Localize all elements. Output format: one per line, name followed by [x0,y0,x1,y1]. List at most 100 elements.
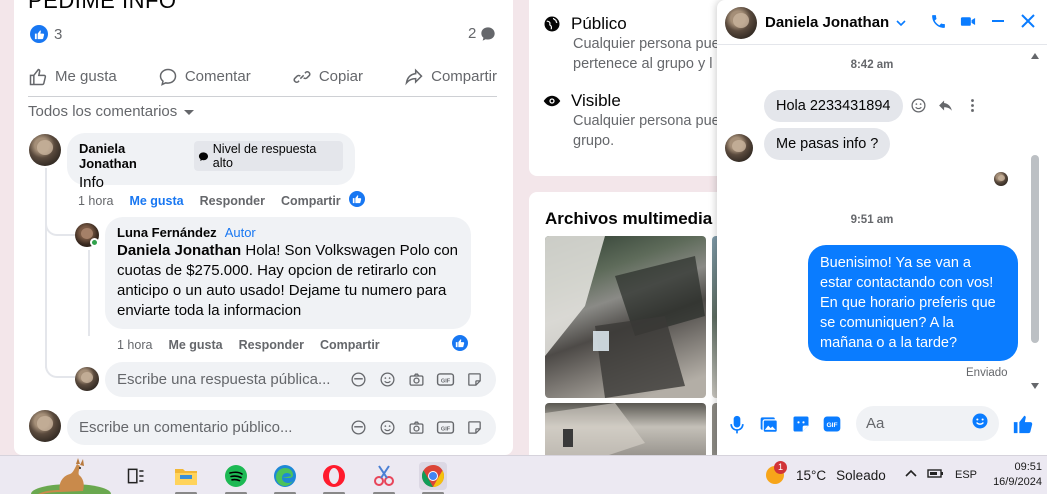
comment-meta: 1 hora Me gusta Responder Compartir [78,194,341,208]
avatar[interactable] [29,410,61,442]
comment-reply-button[interactable]: Responder [239,338,304,352]
scroll-down-arrow[interactable] [1031,383,1039,389]
chat-avatar[interactable] [725,7,757,39]
like-reaction-icon[interactable] [451,334,469,352]
link-icon [293,70,311,83]
copy-link-button[interactable]: Copiar [292,67,363,87]
edge-browser-icon[interactable] [271,462,299,494]
comment-text: Info [79,174,105,191]
outgoing-message[interactable]: Buenisimo! Ya se van a estar contactando… [808,245,1018,361]
mention-link[interactable]: Daniela Jonathan [117,242,241,259]
sender-avatar[interactable] [725,134,753,162]
input-toolbar: GIF [349,370,484,389]
sticker-icon[interactable] [465,370,484,389]
chevron-down-icon [896,19,906,26]
reply-input[interactable] [117,371,349,388]
about-description: Cualquier persona pue pertenece al grupo… [573,36,720,72]
chevron-up-icon[interactable] [905,468,917,481]
comment-reply-button[interactable]: Responder [200,194,265,208]
temperature: 15°C [796,467,827,483]
avatar[interactable] [29,134,61,166]
close-icon[interactable] [1019,12,1037,30]
message-timestamp: 8:42 am [850,59,894,71]
notification-badge: 1 [774,461,787,474]
comment-author[interactable]: Daniela Jonathan [79,141,186,171]
microphone-icon[interactable] [729,415,745,440]
chat-contact-name[interactable]: Daniela Jonathan [765,14,907,31]
gif-icon[interactable]: GIF [822,414,842,439]
reply-arrow-icon[interactable] [937,97,954,119]
like-button[interactable]: Me gusta [28,67,117,87]
share-icon [405,68,423,85]
camera-icon[interactable] [407,418,426,437]
incoming-message[interactable]: Me pasas info ? [764,128,891,160]
like-summary[interactable]: 3 [30,25,62,43]
chat-message-input[interactable] [866,415,971,432]
sticker-icon[interactable] [465,418,484,437]
comment-like-button[interactable]: Me gusta [129,194,183,208]
comment-share-button[interactable]: Compartir [281,194,341,208]
comment-input-box: GIF [67,410,496,445]
privacy-public: Público Cualquier persona pue pertenece … [543,14,729,74]
react-emoji-icon[interactable] [910,97,927,119]
weather-widget[interactable]: 1 15°C Soleado [764,461,886,486]
svg-text:GIF: GIF [441,378,451,384]
system-tray: ESP [905,466,977,483]
svg-text:GIF: GIF [441,426,451,432]
media-photo[interactable] [545,403,706,455]
video-call-icon[interactable] [959,12,977,30]
camera-icon[interactable] [407,370,426,389]
gif-icon[interactable]: GIF [436,370,455,389]
task-view-icon[interactable] [122,462,150,490]
comment-count[interactable]: 2 [468,25,496,42]
input-toolbar: GIF [349,418,484,437]
kangaroo-wallpaper-widget[interactable] [30,456,112,494]
comment-time[interactable]: 1 hora [78,194,113,208]
phone-icon[interactable] [929,12,947,30]
post-actions: Me gusta Comentar Copiar Compartir [28,57,497,97]
opera-browser-icon[interactable] [320,462,348,494]
post-card: PEDIME INFO 3 2 Me gusta Comentar Copiar… [14,0,513,455]
thread-line [88,250,90,336]
emoji-icon[interactable] [971,412,989,435]
comment-like-button[interactable]: Me gusta [168,338,222,352]
comment-time[interactable]: 1 hora [117,338,152,352]
minimize-icon[interactable] [989,12,1007,30]
comment-button[interactable]: Comentar [158,67,251,87]
send-like-icon[interactable] [1012,413,1034,440]
avatar-sticker-icon[interactable] [349,418,368,437]
share-button[interactable]: Compartir [404,67,497,87]
comment-bubble: Luna Fernández Autor Daniela Jonathan Ho… [105,217,471,329]
gif-icon[interactable]: GIF [436,418,455,437]
post-title: PEDIME INFO [28,0,177,13]
emoji-icon[interactable] [378,418,397,437]
message-status: Enviado [966,367,1008,379]
photo-icon[interactable] [759,414,779,439]
thread-line [45,168,47,368]
comment-author[interactable]: Luna Fernández [117,225,217,240]
avatar-sticker-icon[interactable] [349,370,368,389]
incoming-message[interactable]: Hola 2233431894 [764,90,903,122]
media-photo[interactable] [545,236,706,398]
like-reaction-icon[interactable] [348,190,366,208]
sticker-icon[interactable] [791,414,811,439]
chrome-browser-icon[interactable] [419,462,447,494]
scroll-up-arrow[interactable] [1031,53,1039,59]
comment-input[interactable] [79,419,349,436]
snipping-tool-icon[interactable] [370,462,398,494]
scroll-thumb[interactable] [1031,155,1039,343]
emoji-icon[interactable] [378,370,397,389]
comment-share-button[interactable]: Compartir [320,338,380,352]
battery-network-icon[interactable] [927,466,945,483]
comments-filter-dropdown[interactable]: Todos los comentarios [28,103,195,120]
more-options-icon[interactable] [964,97,981,119]
spotify-icon[interactable] [222,462,250,494]
comment-meta: 1 hora Me gusta Responder Compartir [117,338,380,352]
avatar[interactable] [75,367,99,391]
system-clock[interactable]: 09:51 16/9/2024 [990,460,1042,490]
file-explorer-icon[interactable] [172,462,200,494]
windows-taskbar: 1 15°C Soleado ESP 09:51 16/9/2024 [0,455,1047,494]
language-indicator[interactable]: ESP [955,469,977,481]
chat-scrollbar[interactable] [1028,47,1042,397]
svg-text:GIF: GIF [826,422,837,429]
